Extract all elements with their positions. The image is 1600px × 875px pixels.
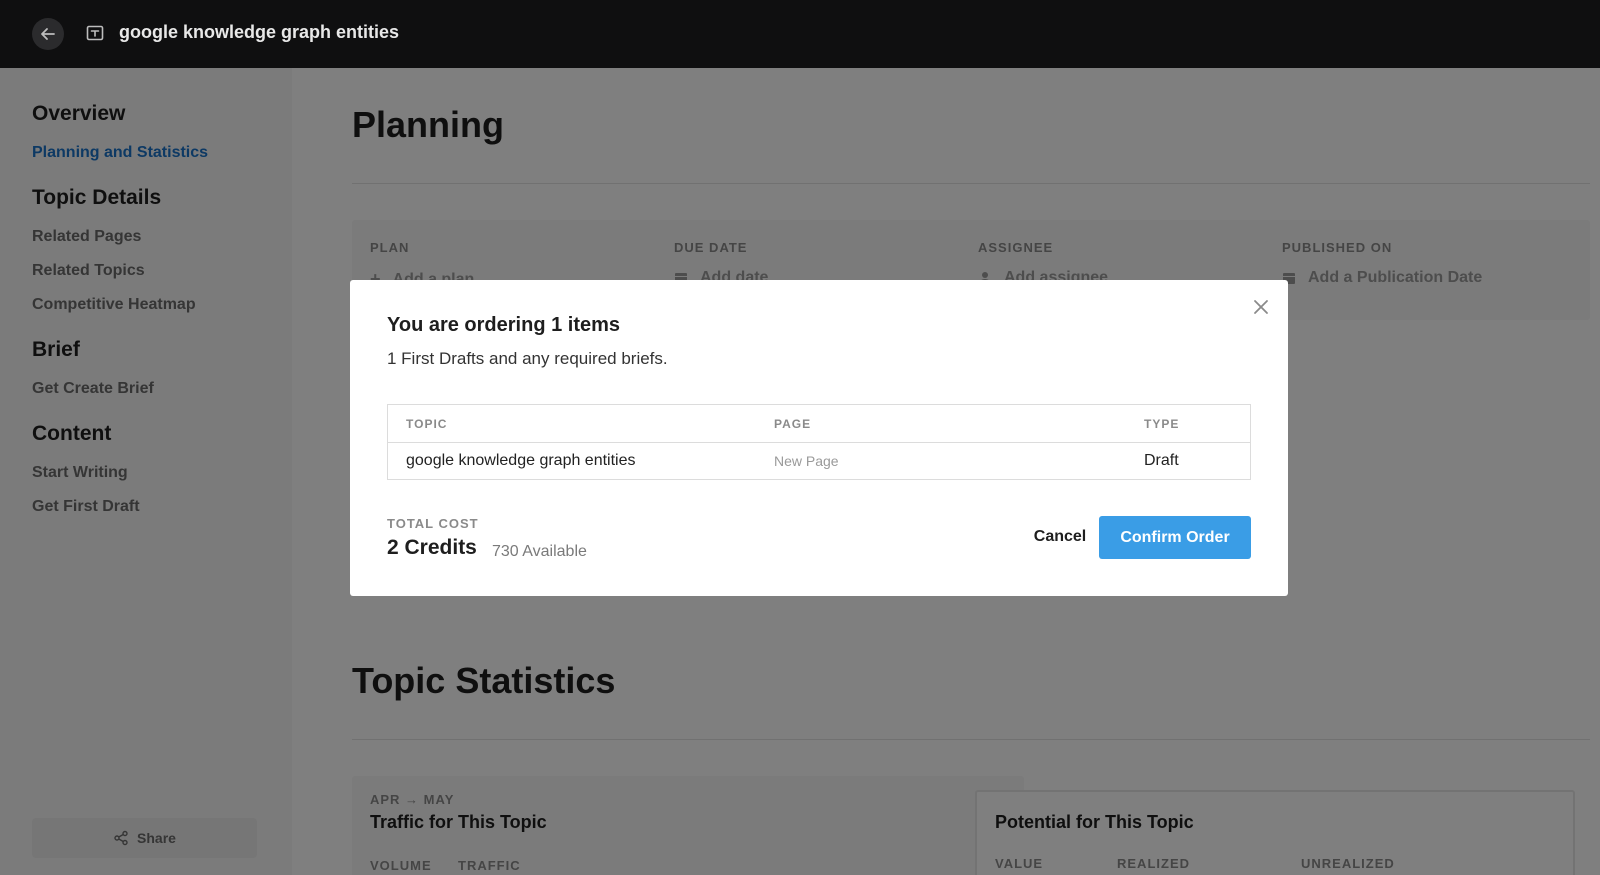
total-cost-value: 2 Credits <box>387 536 477 559</box>
column-header-page: PAGE <box>774 417 812 431</box>
confirm-order-button[interactable]: Confirm Order <box>1099 516 1251 559</box>
top-bar: google knowledge graph entities <box>0 0 1600 68</box>
modal-subtitle: 1 First Drafts and any required briefs. <box>387 349 668 368</box>
arrow-left-icon <box>41 28 55 40</box>
total-cost-label: TOTAL COST <box>387 516 479 531</box>
column-header-topic: TOPIC <box>406 417 448 431</box>
table-row: google knowledge graph entities New Page… <box>388 443 1250 479</box>
page-title: google knowledge graph entities <box>119 22 400 42</box>
topic-doc-icon <box>86 25 104 41</box>
modal-title: You are ordering 1 items <box>387 314 621 336</box>
page-cell: New Page <box>774 453 839 469</box>
table-header: TOPIC PAGE TYPE <box>388 405 1250 443</box>
type-cell: Draft <box>1144 452 1179 469</box>
close-icon[interactable] <box>1252 298 1270 316</box>
column-header-type: TYPE <box>1144 417 1180 431</box>
back-button[interactable] <box>32 18 64 50</box>
topic-cell: google knowledge graph entities <box>406 452 636 469</box>
cancel-button[interactable]: Cancel <box>1010 516 1110 558</box>
order-modal: You are ordering 1 items 1 First Drafts … <box>350 280 1288 596</box>
order-table: TOPIC PAGE TYPE google knowledge graph e… <box>387 404 1251 480</box>
credits-available: 730 Available <box>492 543 587 560</box>
